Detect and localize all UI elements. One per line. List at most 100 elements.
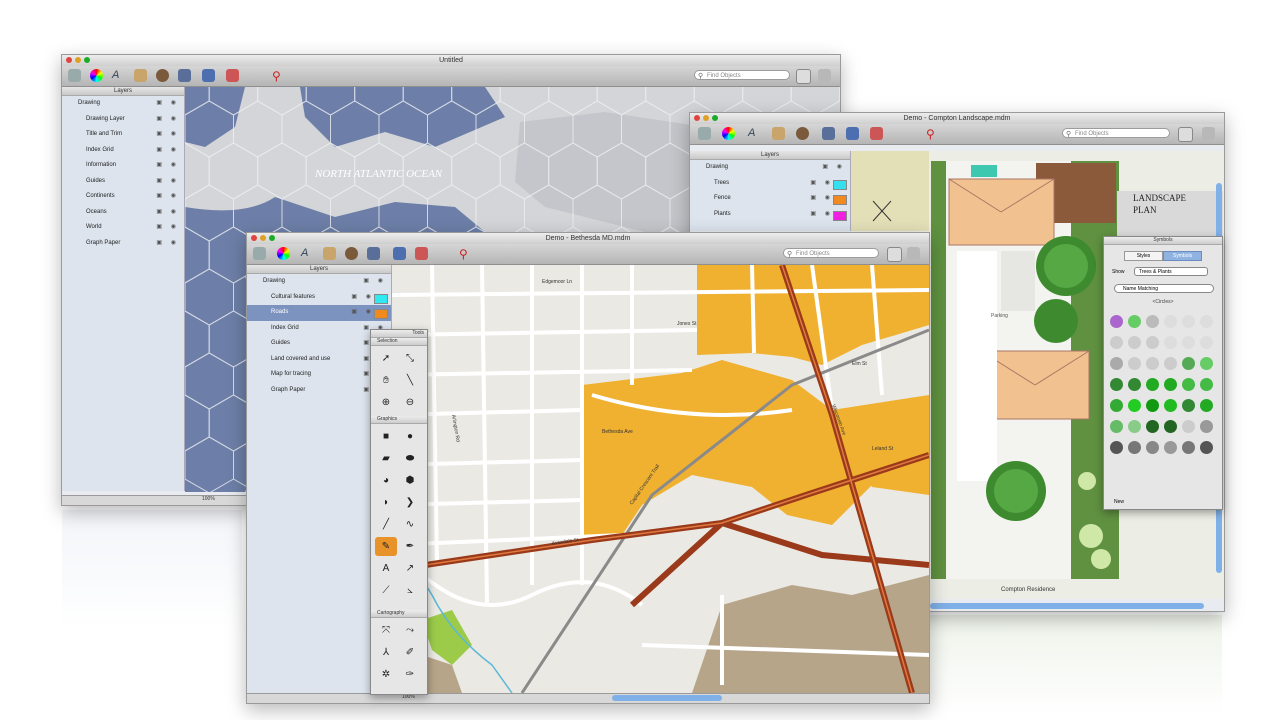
arrow-select-icon[interactable]: ➚	[375, 349, 397, 368]
tools-icon[interactable]	[846, 127, 859, 140]
eye-icon[interactable]: ◉	[378, 274, 383, 290]
layer-row[interactable]: Index Grid ▣ ◉	[62, 143, 184, 159]
symbol-item[interactable]	[1146, 420, 1159, 433]
color-wheel-icon[interactable]	[722, 127, 735, 140]
zoom-window-icon[interactable]	[84, 57, 90, 63]
find-objects-search[interactable]: ⚲ Find Objects	[1062, 128, 1170, 138]
lock-icon[interactable]: ▣	[156, 174, 162, 190]
symbol-item[interactable]	[1146, 441, 1159, 454]
lock-icon[interactable]: ▣	[156, 236, 162, 252]
symbol-item[interactable]	[1128, 378, 1141, 391]
brush-tool-icon[interactable]: ✎	[375, 537, 397, 556]
symbol-item[interactable]	[1200, 336, 1213, 349]
layer-row[interactable]: Trees ▣ ◉	[690, 176, 850, 192]
symbol-item[interactable]	[1110, 378, 1123, 391]
lock-icon[interactable]: ▣	[363, 367, 369, 383]
symbol-item[interactable]	[1146, 315, 1159, 328]
symbol-item[interactable]	[1110, 399, 1123, 412]
symbol-item[interactable]	[1164, 399, 1177, 412]
minimize-icon[interactable]	[260, 235, 266, 241]
eye-icon[interactable]: ◉	[171, 174, 176, 190]
line-tool-icon[interactable]: ╱	[375, 515, 397, 534]
horizontal-scrollbar[interactable]	[612, 695, 722, 701]
lock-icon[interactable]: ▣	[363, 274, 369, 290]
ellipse-tool-icon[interactable]: ●	[399, 427, 421, 446]
pen-tool-icon[interactable]: ✒	[399, 537, 421, 556]
eye-icon[interactable]: ◉	[171, 112, 176, 128]
section-cartography[interactable]: Cartography	[371, 610, 427, 618]
dimension-tool-icon[interactable]: ⟋	[375, 581, 397, 600]
symbol-item[interactable]	[1182, 357, 1195, 370]
section-graphics[interactable]: Graphics	[371, 416, 427, 424]
settings-icon[interactable]	[1202, 127, 1215, 140]
pin-tool-icon[interactable]: ✑	[399, 665, 421, 684]
lock-icon[interactable]: ▣	[351, 290, 357, 306]
eye-icon[interactable]: ◉	[171, 220, 176, 236]
callout-tool-icon[interactable]: ↗	[399, 559, 421, 578]
pen-icon[interactable]	[134, 69, 147, 82]
eye-icon[interactable]: ◉	[171, 96, 176, 112]
pen-icon[interactable]	[772, 127, 785, 140]
color-wheel-icon[interactable]	[90, 69, 103, 82]
layer-row[interactable]: Information ▣ ◉	[62, 158, 184, 174]
layer-row[interactable]: Plants ▣ ◉	[690, 207, 850, 223]
symbol-item[interactable]	[1164, 336, 1177, 349]
lock-icon[interactable]: ▣	[156, 112, 162, 128]
close-icon[interactable]	[66, 57, 72, 63]
symbol-item[interactable]	[1200, 357, 1213, 370]
layer-row[interactable]: Drawing ▣ ◉	[247, 274, 391, 290]
text-icon[interactable]: A	[301, 247, 314, 260]
layer-row[interactable]: Roads ▣ ◉	[247, 305, 391, 321]
symbol-item[interactable]	[1128, 315, 1141, 328]
zoom-level[interactable]: 100%	[202, 496, 215, 502]
wedge-tool-icon[interactable]: ◗	[375, 493, 397, 512]
text-tool-icon[interactable]: A	[375, 559, 397, 578]
lock-icon[interactable]: ▣	[810, 191, 816, 207]
new-document-icon[interactable]	[253, 247, 266, 260]
layer-color-swatch[interactable]	[833, 195, 847, 205]
pen-select-icon[interactable]: ╲	[399, 371, 421, 390]
zoom-out-icon[interactable]: ⊖	[399, 393, 421, 412]
polygon-tool-icon[interactable]: ⬢	[399, 471, 421, 490]
lock-icon[interactable]: ▣	[156, 96, 162, 112]
text-icon[interactable]: A	[112, 69, 125, 82]
symbol-item[interactable]	[1164, 441, 1177, 454]
window-titlebar[interactable]: Untitled	[62, 55, 840, 66]
symbol-item[interactable]	[1128, 420, 1141, 433]
eye-icon[interactable]: ◉	[171, 189, 176, 205]
lock-icon[interactable]: ▣	[156, 158, 162, 174]
eye-icon[interactable]: ◉	[171, 143, 176, 159]
lock-icon[interactable]: ▣	[363, 336, 369, 352]
text-icon[interactable]: A	[748, 127, 761, 140]
symbol-item[interactable]	[1182, 315, 1195, 328]
rounded-rect-tool-icon[interactable]: ▰	[375, 449, 397, 468]
bethesda-map-canvas[interactable]: Edgemoor Ln Bethesda Ave Wisconsin Ave E…	[392, 265, 929, 693]
symbol-item[interactable]	[1110, 420, 1123, 433]
settings-icon[interactable]	[907, 247, 920, 260]
lock-icon[interactable]: ▣	[363, 321, 369, 337]
symbol-item[interactable]	[1164, 378, 1177, 391]
palette-icon[interactable]	[345, 247, 358, 260]
layer-row[interactable]: Graph Paper ▣ ◉	[62, 236, 184, 252]
inspector-icon[interactable]	[822, 127, 835, 140]
window-titlebar[interactable]: Demo - Bethesda MD.mdm	[247, 233, 929, 244]
lock-icon[interactable]: ▣	[156, 220, 162, 236]
symbol-item[interactable]	[1200, 399, 1213, 412]
lock-icon[interactable]: ▣	[156, 205, 162, 221]
symbol-item[interactable]	[1110, 441, 1123, 454]
lock-icon[interactable]: ▣	[810, 207, 816, 223]
symbol-item[interactable]	[1182, 420, 1195, 433]
print-icon[interactable]	[887, 247, 902, 262]
eye-icon[interactable]: ◉	[171, 236, 176, 252]
symbol-search[interactable]: Name Matching	[1114, 284, 1214, 293]
symbol-item[interactable]	[1128, 336, 1141, 349]
angle-tool-icon[interactable]: ⦣	[399, 581, 421, 600]
layer-row[interactable]: Fence ▣ ◉	[690, 191, 850, 207]
layer-row[interactable]: Oceans ▣ ◉	[62, 205, 184, 221]
lock-icon[interactable]: ▣	[156, 189, 162, 205]
pen-icon[interactable]	[323, 247, 336, 260]
eye-icon[interactable]: ◉	[825, 191, 830, 207]
horizontal-scrollbar[interactable]	[930, 603, 1204, 609]
symbol-item[interactable]	[1110, 336, 1123, 349]
minimize-icon[interactable]	[75, 57, 81, 63]
